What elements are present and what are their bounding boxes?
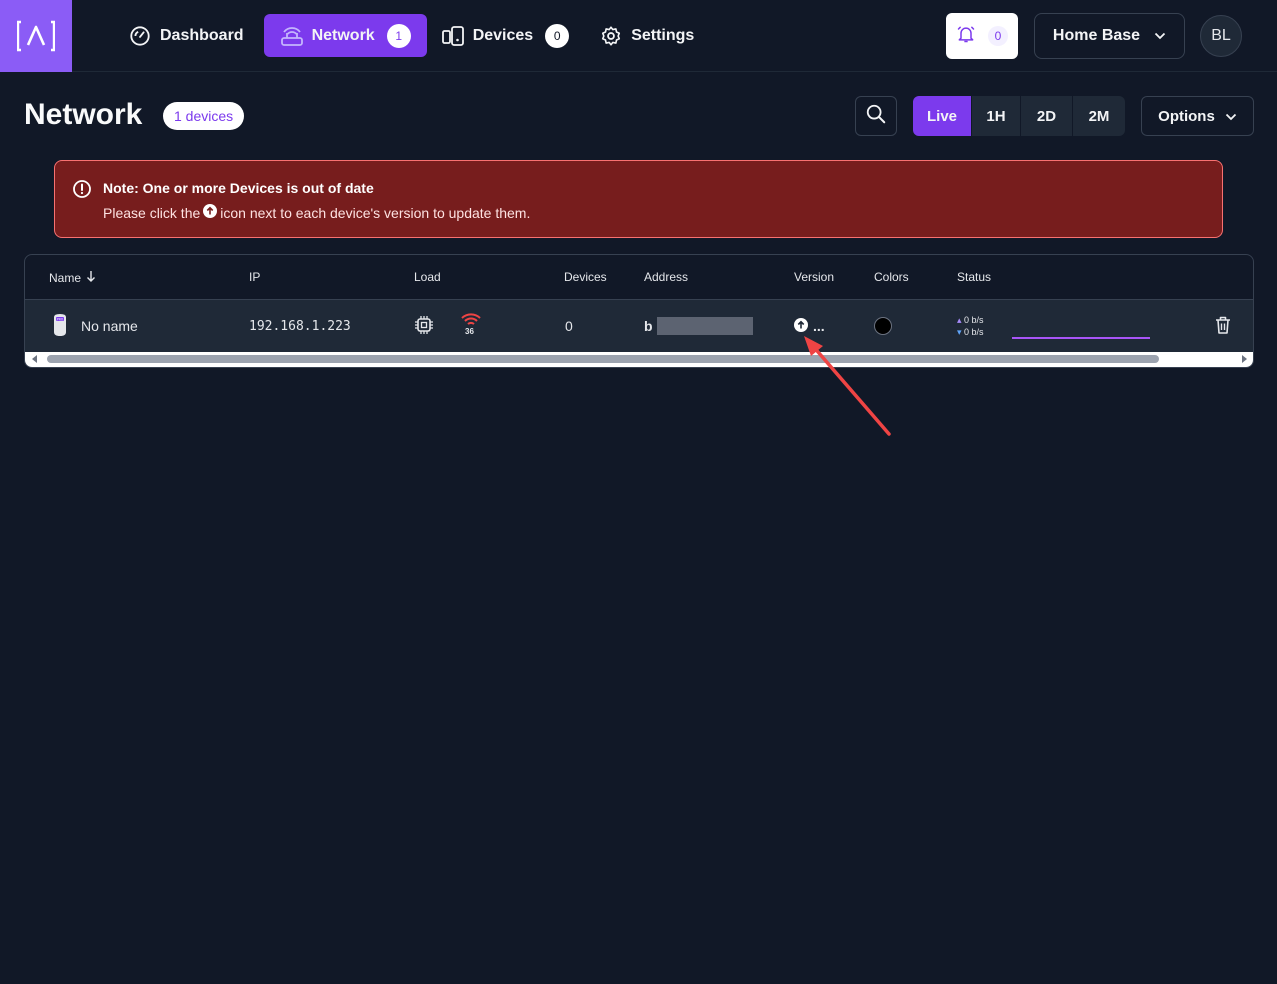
- column-header-address[interactable]: Address: [644, 270, 688, 284]
- device-load-cell: 36: [414, 300, 482, 352]
- devices-table: Name IP Load Devices Address Version Col…: [24, 254, 1254, 368]
- device-count-badge: 1 devices: [163, 102, 245, 130]
- scroll-left-arrow-icon[interactable]: [32, 355, 37, 363]
- color-swatch[interactable]: [874, 317, 892, 335]
- bell-icon: [956, 24, 976, 49]
- scrollbar-thumb[interactable]: [47, 355, 1159, 363]
- nav-settings-label: Settings: [631, 26, 695, 44]
- throughput-sparkline: [1011, 337, 1150, 339]
- column-header-name[interactable]: Name: [49, 270, 96, 285]
- gear-icon: [593, 24, 629, 48]
- column-header-status[interactable]: Status: [957, 270, 991, 284]
- table-row[interactable]: PRO No name 192.168.1.223 36 0 b ... ▴ 0…: [25, 300, 1253, 352]
- sort-down-arrow-icon: [86, 270, 96, 285]
- table-header: Name IP Load Devices Address Version Col…: [25, 255, 1253, 300]
- search-button[interactable]: [855, 96, 897, 136]
- device-ip: 192.168.1.223: [249, 318, 351, 334]
- upload-rate-value: 0 b/s: [964, 315, 984, 325]
- nav-network[interactable]: Network 1: [263, 14, 427, 57]
- alert-body: Please click the icon next to each devic…: [103, 204, 530, 221]
- router-icon: [274, 24, 310, 48]
- download-rate-value: 0 b/s: [964, 327, 984, 337]
- device-address-cell: b: [644, 300, 753, 352]
- page-title: Network: [24, 98, 143, 131]
- time-range-toggle: Live 1H 2D 2M: [913, 96, 1125, 136]
- search-icon: [865, 103, 887, 130]
- top-navbar: Dashboard Network 1 Devices 0 Settings 0…: [0, 0, 1277, 72]
- chevron-down-icon: [1154, 27, 1166, 45]
- nav-settings[interactable]: Settings: [589, 14, 710, 57]
- device-status-cell: ▴ 0 b/s ▾ 0 b/s: [957, 300, 1150, 352]
- range-2m-button[interactable]: 2M: [1073, 96, 1125, 136]
- device-name-cell: PRO No name: [52, 300, 138, 352]
- column-header-version[interactable]: Version: [794, 270, 834, 284]
- device-name[interactable]: No name: [81, 318, 138, 334]
- alert-title: Note: One or more Devices is out of date: [103, 180, 374, 196]
- logo-icon: [17, 20, 55, 51]
- annotation-arrow: [804, 336, 891, 436]
- options-button[interactable]: Options: [1141, 96, 1254, 136]
- nav-devices-label: Devices: [472, 26, 534, 44]
- column-header-ip[interactable]: IP: [249, 270, 260, 284]
- cpu-chip-icon[interactable]: [414, 315, 434, 338]
- range-2d-button[interactable]: 2D: [1021, 96, 1073, 136]
- upgrade-arrow-icon: [203, 204, 218, 221]
- chevron-down-icon: [1225, 108, 1237, 125]
- nav-dashboard[interactable]: Dashboard: [118, 14, 260, 57]
- trash-icon: [1214, 315, 1232, 338]
- nav-devices-badge: 0: [545, 23, 570, 48]
- device-connected-count: 0: [565, 318, 573, 334]
- device-color-cell: [874, 300, 892, 352]
- wifi-signal-icon: 36: [460, 312, 482, 340]
- alert-body-before: Please click the: [103, 204, 201, 221]
- alert-body-after: icon next to each device's version to up…: [220, 204, 531, 221]
- range-live-button[interactable]: Live: [913, 96, 972, 136]
- range-1h-button[interactable]: 1H: [972, 96, 1021, 136]
- throughput-readout: ▴ 0 b/s ▾ 0 b/s: [957, 314, 984, 338]
- alert-circle-icon: [72, 179, 92, 204]
- notifications-button[interactable]: 0: [946, 13, 1018, 59]
- location-label: Home Base: [1052, 27, 1141, 44]
- address-redaction: [656, 317, 753, 335]
- column-header-devices[interactable]: Devices: [564, 270, 607, 284]
- devices-icon: [435, 24, 471, 48]
- column-name-label: Name: [49, 270, 82, 285]
- horizontal-scrollbar[interactable]: [25, 352, 1253, 367]
- notifications-count: 0: [988, 26, 1008, 46]
- delete-device-button[interactable]: [1214, 300, 1232, 352]
- location-select[interactable]: Home Base: [1034, 13, 1185, 59]
- nav-network-badge: 1: [386, 23, 411, 48]
- device-address: b: [644, 318, 653, 334]
- avatar[interactable]: BL: [1200, 15, 1242, 57]
- scroll-right-arrow-icon[interactable]: [1242, 355, 1247, 363]
- wifi-signal-value: 36: [465, 327, 474, 336]
- nav-network-label: Network: [311, 26, 375, 44]
- column-header-load[interactable]: Load: [414, 270, 441, 284]
- column-header-colors[interactable]: Colors: [874, 270, 909, 284]
- app-logo[interactable]: [0, 0, 72, 72]
- device-version: ...: [813, 318, 825, 334]
- gauge-icon: [122, 24, 158, 48]
- svg-text:PRO: PRO: [57, 317, 64, 321]
- download-rate: ▾ 0 b/s: [957, 327, 984, 337]
- device-version-cell: ...: [794, 300, 825, 352]
- upload-rate: ▴ 0 b/s: [957, 315, 984, 325]
- device-pro-icon: PRO: [52, 313, 68, 340]
- outdated-devices-alert: Note: One or more Devices is out of date…: [54, 160, 1223, 238]
- options-label: Options: [1158, 107, 1215, 125]
- update-version-icon[interactable]: [794, 317, 808, 335]
- nav-devices[interactable]: Devices 0: [431, 14, 586, 57]
- nav-dashboard-label: Dashboard: [160, 26, 244, 44]
